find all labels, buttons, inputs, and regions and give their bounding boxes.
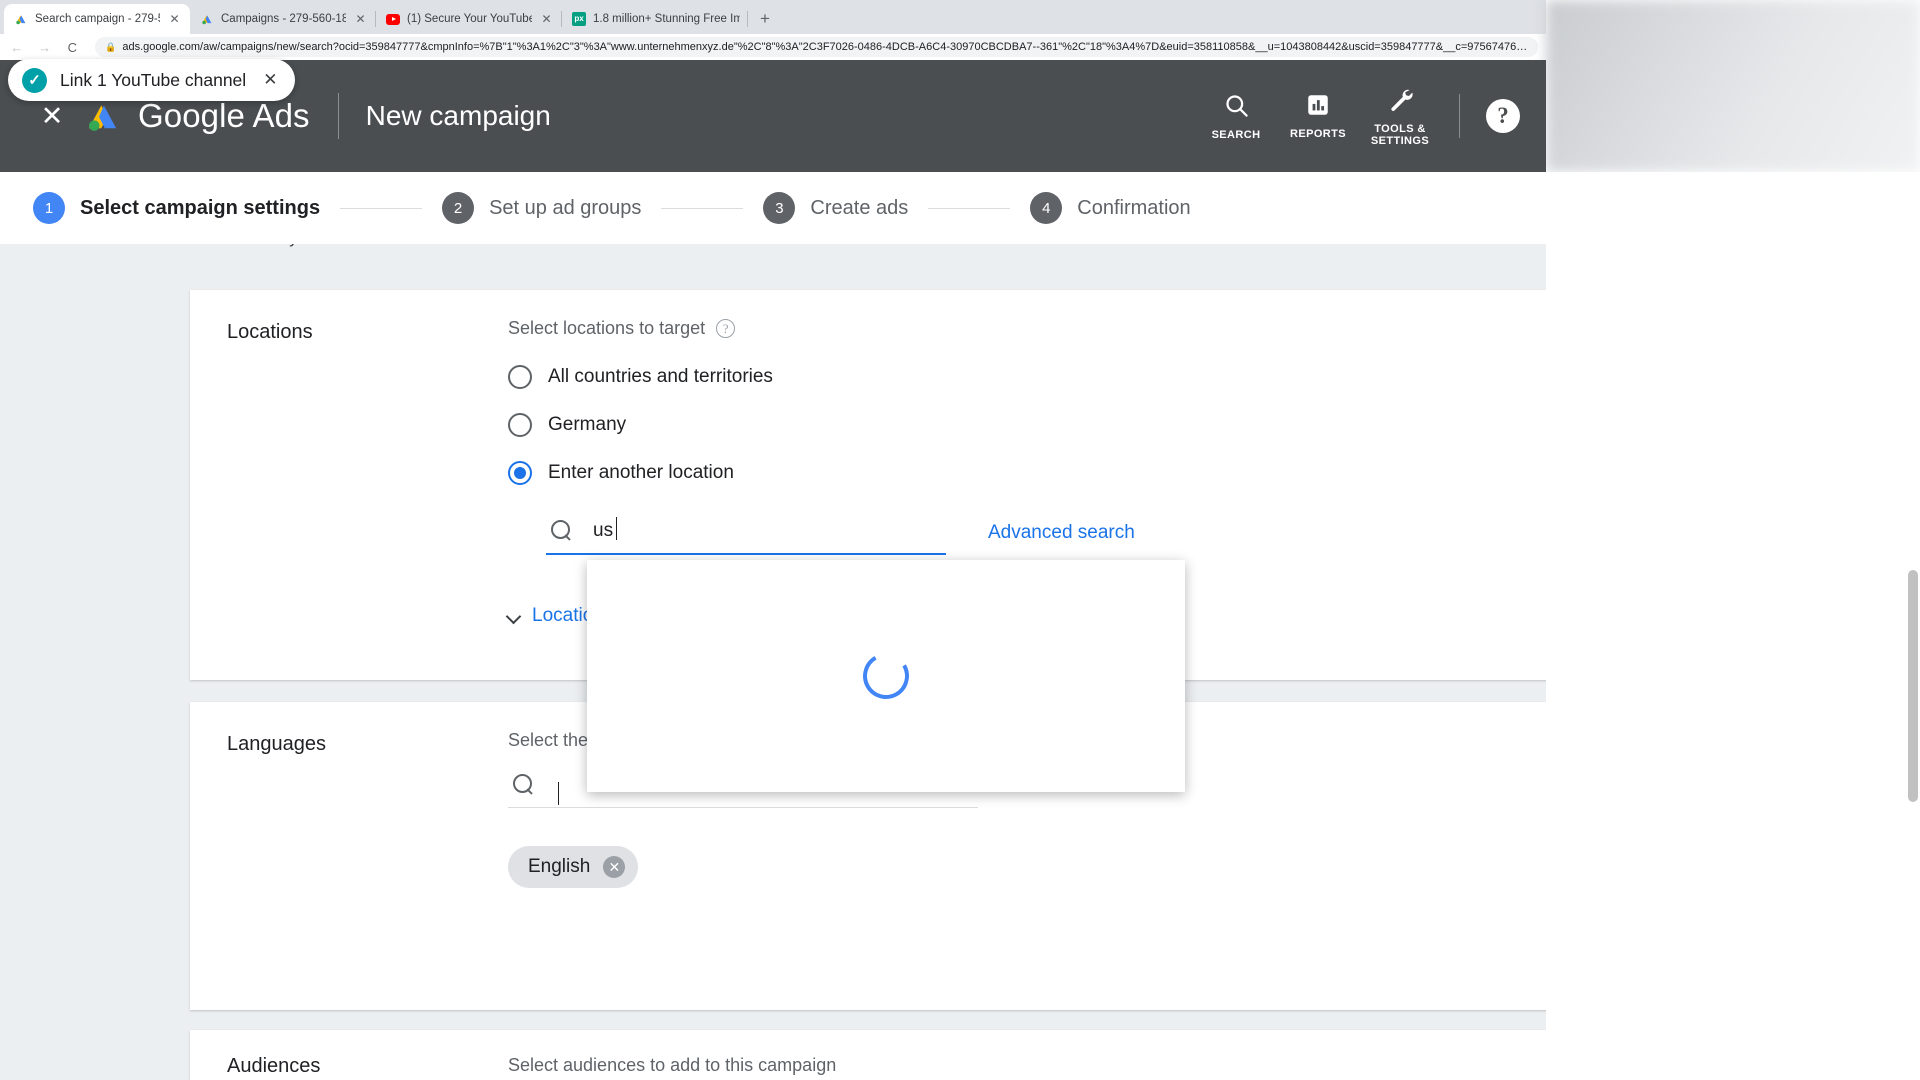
section-caption: Choose who you want to reach bbox=[190, 244, 423, 248]
tab-title: Campaigns - 279-560-1893 - bbox=[221, 13, 346, 25]
audiences-card-body: Select audiences to add to this campaign bbox=[508, 1030, 1546, 1080]
languages-card-title: Languages bbox=[227, 733, 326, 755]
advanced-search-link[interactable]: Advanced search bbox=[988, 522, 1135, 555]
location-suggestions-dropdown[interactable] bbox=[587, 560, 1185, 792]
browser-chrome: Search campaign - 279-560-1 ✕ Campaigns … bbox=[0, 0, 1546, 60]
step-label: Set up ad groups bbox=[489, 196, 642, 219]
location-search-input[interactable]: us bbox=[546, 516, 946, 555]
youtube-icon bbox=[386, 12, 400, 26]
url-text: ads.google.com/aw/campaigns/new/search?o… bbox=[122, 41, 1529, 53]
reload-icon[interactable]: C bbox=[63, 38, 81, 56]
browser-tab[interactable]: Campaigns - 279-560-1893 - ✕ bbox=[190, 4, 376, 34]
step-select-campaign-settings[interactable]: 1 Select campaign settings bbox=[33, 192, 320, 224]
page-right-margin bbox=[1546, 172, 1920, 1080]
location-search-row: us Advanced search bbox=[546, 516, 1546, 555]
step-number: 2 bbox=[442, 192, 475, 224]
tab-title: 1.8 million+ Stunning Free Ima bbox=[593, 13, 740, 25]
close-icon[interactable]: ✕ bbox=[603, 856, 626, 878]
back-icon[interactable]: ← bbox=[8, 38, 26, 56]
step-create-ads[interactable]: 3 Create ads bbox=[763, 192, 908, 224]
help-icon[interactable]: ? bbox=[1486, 99, 1520, 133]
step-set-up-ad-groups[interactable]: 2 Set up ad groups bbox=[442, 192, 641, 224]
header-tools-settings-label: TOOLS & SETTINGS bbox=[1370, 122, 1430, 147]
locations-field-label-text: Select locations to target bbox=[508, 318, 706, 338]
desktop-background-blur bbox=[1546, 0, 1920, 172]
search-icon bbox=[1223, 92, 1250, 124]
locations-card-title: Locations bbox=[227, 321, 313, 343]
close-icon[interactable]: ✕ bbox=[167, 12, 182, 27]
close-icon[interactable]: ✕ bbox=[353, 12, 368, 27]
reports-bar-chart-icon bbox=[1305, 92, 1331, 123]
step-label: Select campaign settings bbox=[80, 196, 321, 219]
lock-icon: 🔒 bbox=[105, 41, 117, 52]
new-tab-button[interactable]: + bbox=[752, 6, 778, 32]
radio-label: Enter another location bbox=[548, 462, 734, 483]
youtube-link-toast[interactable]: ✓ Link 1 YouTube channel ✕ bbox=[8, 59, 296, 101]
tab-title: Search campaign - 279-560-1 bbox=[35, 13, 160, 25]
google-ads-icon bbox=[200, 12, 214, 26]
wrench-icon bbox=[1387, 86, 1414, 118]
audiences-card-title: Audiences bbox=[227, 1055, 321, 1077]
location-search-value: us bbox=[593, 516, 618, 541]
google-ads-icon bbox=[14, 12, 28, 26]
toast-message: Link 1 YouTube channel bbox=[60, 69, 247, 90]
radio-button[interactable] bbox=[508, 461, 532, 485]
tab-title: (1) Secure Your YouTube Acco bbox=[407, 13, 532, 25]
page-title: New campaign bbox=[365, 100, 551, 131]
header-actions: SEARCH REPORTS TOOLS & SETTINGS ? bbox=[1195, 86, 1546, 147]
step-label: Confirmation bbox=[1077, 196, 1191, 219]
radio-label: All countries and territories bbox=[548, 366, 773, 387]
chip-label: English bbox=[528, 856, 591, 877]
header-search-button[interactable]: SEARCH bbox=[1195, 92, 1277, 141]
radio-button[interactable] bbox=[508, 413, 532, 437]
header-tools-settings-button[interactable]: TOOLS & SETTINGS bbox=[1359, 86, 1441, 147]
locations-field-label: Select locations to target ? bbox=[508, 318, 1546, 339]
radio-label: Germany bbox=[548, 414, 627, 435]
step-connector bbox=[661, 207, 744, 209]
step-label: Create ads bbox=[810, 196, 909, 219]
audiences-card: Audiences Select audiences to add to thi… bbox=[190, 1030, 1546, 1080]
browser-tab[interactable]: (1) Secure Your YouTube Acco ✕ bbox=[376, 4, 562, 34]
google-ads-wordmark: Google Ads bbox=[138, 97, 310, 134]
google-ads-icon bbox=[82, 98, 124, 134]
forward-icon[interactable]: → bbox=[36, 38, 54, 56]
header-reports-button[interactable]: REPORTS bbox=[1277, 92, 1359, 140]
audiences-field-label: Select audiences to add to this campaign bbox=[508, 1055, 837, 1075]
step-connector bbox=[928, 207, 1011, 209]
step-number: 1 bbox=[33, 192, 65, 224]
header-search-label: SEARCH bbox=[1211, 128, 1261, 141]
close-icon[interactable]: ✕ bbox=[539, 12, 554, 27]
radio-enter-another-location[interactable]: Enter another location bbox=[508, 449, 1546, 497]
check-circle-icon: ✓ bbox=[22, 67, 47, 93]
loading-spinner-icon bbox=[857, 647, 915, 705]
chevron-down-icon bbox=[505, 608, 522, 624]
radio-button[interactable] bbox=[508, 365, 532, 389]
search-icon bbox=[512, 773, 535, 796]
scrollbar-thumb[interactable] bbox=[1908, 570, 1918, 802]
url-bar[interactable]: 🔒 ads.google.com/aw/campaigns/new/search… bbox=[95, 37, 1539, 57]
header-separator bbox=[1459, 94, 1460, 138]
google-ads-logo[interactable]: Google Ads bbox=[82, 97, 310, 135]
browser-tab[interactable]: px 1.8 million+ Stunning Free Ima bbox=[562, 4, 748, 34]
pexels-icon: px bbox=[572, 12, 586, 26]
close-icon[interactable]: ✕ bbox=[263, 70, 277, 90]
campaign-stepper: 1 Select campaign settings 2 Set up ad g… bbox=[0, 172, 1546, 244]
header-divider bbox=[337, 93, 339, 139]
step-connector bbox=[340, 207, 423, 209]
step-number: 3 bbox=[763, 192, 796, 224]
help-icon[interactable]: ? bbox=[716, 319, 736, 338]
step-number: 4 bbox=[1030, 192, 1063, 224]
radio-all-countries[interactable]: All countries and territories bbox=[508, 353, 1546, 401]
language-chip-english[interactable]: English ✕ bbox=[508, 846, 639, 888]
radio-germany[interactable]: Germany bbox=[508, 401, 1546, 449]
close-campaign-button[interactable]: ✕ bbox=[22, 101, 82, 132]
search-icon bbox=[550, 519, 573, 542]
browser-tab[interactable]: Search campaign - 279-560-1 ✕ bbox=[4, 4, 190, 34]
step-confirmation[interactable]: 4 Confirmation bbox=[1030, 192, 1191, 224]
browser-omnibar: ← → C 🔒 ads.google.com/aw/campaigns/new/… bbox=[0, 34, 1546, 60]
page-scrollbar[interactable] bbox=[1906, 172, 1920, 1080]
browser-tabstrip: Search campaign - 279-560-1 ✕ Campaigns … bbox=[0, 0, 1546, 34]
header-reports-label: REPORTS bbox=[1290, 128, 1346, 140]
